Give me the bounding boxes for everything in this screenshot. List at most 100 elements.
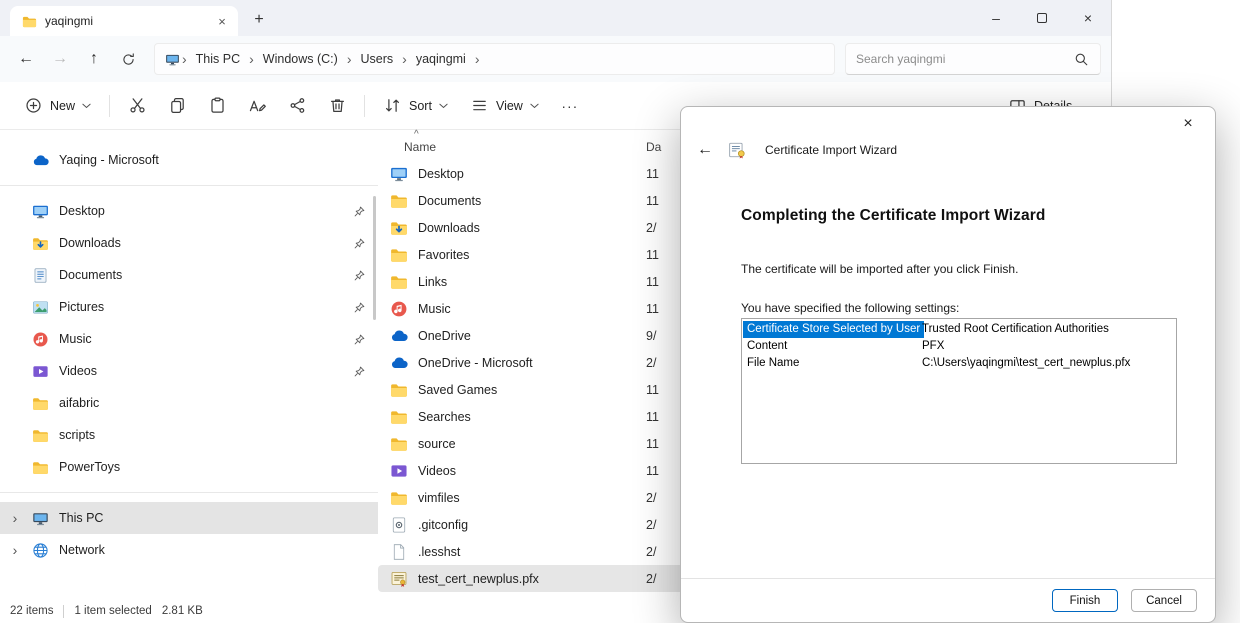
toolbar-divider [364, 95, 365, 117]
breadcrumb-item-this-pc[interactable]: This PC [189, 49, 247, 69]
setting-row-certificate-store-selected-by-user[interactable]: Certificate Store Selected by UserTruste… [743, 321, 1175, 338]
setting-value: PFX [920, 338, 1175, 355]
tab-title: yaqingmi [45, 14, 204, 28]
search-icon [1073, 51, 1090, 68]
share-button[interactable] [278, 89, 316, 123]
minimize-button[interactable]: – [973, 0, 1019, 36]
dialog-content: Completing the Certificate Import Wizard… [681, 163, 1215, 578]
back-button[interactable]: ← [10, 43, 42, 75]
search-input[interactable] [856, 52, 1073, 66]
rename-button[interactable] [238, 89, 276, 123]
toolbar-divider [109, 95, 110, 117]
dialog-back-icon[interactable]: ← [697, 141, 719, 159]
sidebar-item-this-pc[interactable]: › This PC [0, 502, 378, 534]
up-button[interactable]: ↑ [78, 43, 110, 75]
sidebar-item-documents[interactable]: Documents [0, 259, 378, 291]
date-column-header[interactable]: Da [646, 140, 661, 154]
setting-key: Certificate Store Selected by User [743, 321, 924, 338]
maximize-button[interactable] [1019, 0, 1065, 36]
folder-icon [390, 192, 408, 210]
setting-value: C:\Users\yaqingmi\test_cert_newplus.pfx [920, 355, 1175, 372]
folder-icon [22, 14, 37, 29]
sidebar-item-powertoys[interactable]: PowerToys [0, 451, 378, 483]
desktop-icon [390, 165, 408, 183]
forward-button[interactable]: → [44, 43, 76, 75]
sort-button[interactable]: Sort [373, 89, 458, 123]
new-button[interactable]: New [14, 89, 101, 123]
sort-icon [383, 96, 402, 115]
sidebar-item-scripts[interactable]: scripts [0, 419, 378, 451]
sidebar-item-yaqing-microsoft[interactable]: Yaqing - Microsoft [0, 144, 378, 176]
folder-icon [32, 427, 49, 444]
sidebar-divider [0, 185, 378, 186]
name-column-header[interactable]: Name [404, 140, 436, 154]
view-icon [470, 96, 489, 115]
breadcrumb-item-windows-c[interactable]: Windows (C:) [256, 49, 345, 69]
address-bar[interactable]: ›This PC›Windows (C:)›Users›yaqingmi› [154, 43, 835, 75]
breadcrumb-separator-icon: › [473, 51, 482, 67]
file-date-modified: 11 [646, 437, 659, 451]
file-date-modified: 2/ [646, 572, 656, 586]
close-button[interactable]: × [1065, 0, 1111, 36]
sort-ascending-caret-icon: ^ [414, 129, 419, 140]
tab-close-icon[interactable]: × [212, 11, 232, 31]
window-controls: – × [973, 0, 1111, 36]
refresh-button[interactable] [112, 43, 144, 75]
new-tab-button[interactable]: + [246, 7, 272, 33]
videos-icon [390, 462, 408, 480]
cut-button[interactable] [118, 89, 156, 123]
file-name: .lesshst [418, 545, 460, 559]
cloud-icon [390, 327, 408, 345]
breadcrumb-separator-icon: › [345, 51, 354, 67]
file-name: vimfiles [418, 491, 460, 505]
file-name: Downloads [418, 221, 480, 235]
dialog-close-icon[interactable]: × [1169, 111, 1207, 137]
file-date-modified: 11 [646, 383, 659, 397]
file-name: Documents [418, 194, 481, 208]
cloud-icon [390, 354, 408, 372]
sidebar: Yaqing - Microsoft DesktopDownloadsDocume… [0, 130, 378, 599]
sidebar-item-network[interactable]: ›Network [0, 534, 378, 566]
copy-button[interactable] [158, 89, 196, 123]
sidebar-item-label: Music [59, 332, 343, 346]
sidebar-item-videos[interactable]: Videos [0, 355, 378, 387]
expand-chevron-icon[interactable]: › [8, 510, 22, 526]
settings-box[interactable]: Certificate Store Selected by UserTruste… [741, 318, 1177, 464]
expand-chevron-icon[interactable]: › [8, 542, 22, 558]
cancel-button[interactable]: Cancel [1131, 589, 1197, 612]
explorer-tab[interactable]: yaqingmi × [10, 6, 238, 36]
downloads-icon [32, 235, 49, 252]
paste-button[interactable] [198, 89, 236, 123]
sidebar-item-label: PowerToys [59, 460, 366, 474]
pin-icon [353, 333, 366, 346]
delete-button[interactable] [318, 89, 356, 123]
sidebar-scrollbar[interactable] [373, 196, 376, 320]
finish-button[interactable]: Finish [1052, 589, 1118, 612]
setting-row-content[interactable]: Content PFX [743, 338, 1175, 355]
sidebar-item-aifabric[interactable]: aifabric [0, 387, 378, 419]
sidebar-item-downloads[interactable]: Downloads [0, 227, 378, 259]
file-date-modified: 2/ [646, 356, 656, 370]
search-box[interactable] [845, 43, 1101, 75]
more-options-button[interactable]: ··· [551, 89, 589, 123]
setting-row-file-name[interactable]: File NameC:\Users\yaqingmi\test_cert_new… [743, 355, 1175, 372]
file-icon [390, 543, 408, 561]
file-name: .gitconfig [418, 518, 468, 532]
pin-icon [353, 205, 366, 218]
setting-key: Content [743, 338, 791, 355]
view-button[interactable]: View [460, 89, 549, 123]
thispc-icon [32, 510, 49, 527]
music-icon [390, 300, 408, 318]
sidebar-item-pictures[interactable]: Pictures [0, 291, 378, 323]
sidebar-item-music[interactable]: Music [0, 323, 378, 355]
file-date-modified: 11 [646, 167, 659, 181]
breadcrumb-item-yaqingmi[interactable]: yaqingmi [409, 49, 473, 69]
file-name: Favorites [418, 248, 469, 262]
breadcrumb-separator-icon: › [247, 51, 256, 67]
sidebar-item-label: This PC [59, 511, 366, 525]
pin-icon [353, 237, 366, 250]
downloads-icon [390, 219, 408, 237]
folder-icon [32, 395, 49, 412]
breadcrumb-item-users[interactable]: Users [353, 49, 400, 69]
sidebar-item-desktop[interactable]: Desktop [0, 195, 378, 227]
